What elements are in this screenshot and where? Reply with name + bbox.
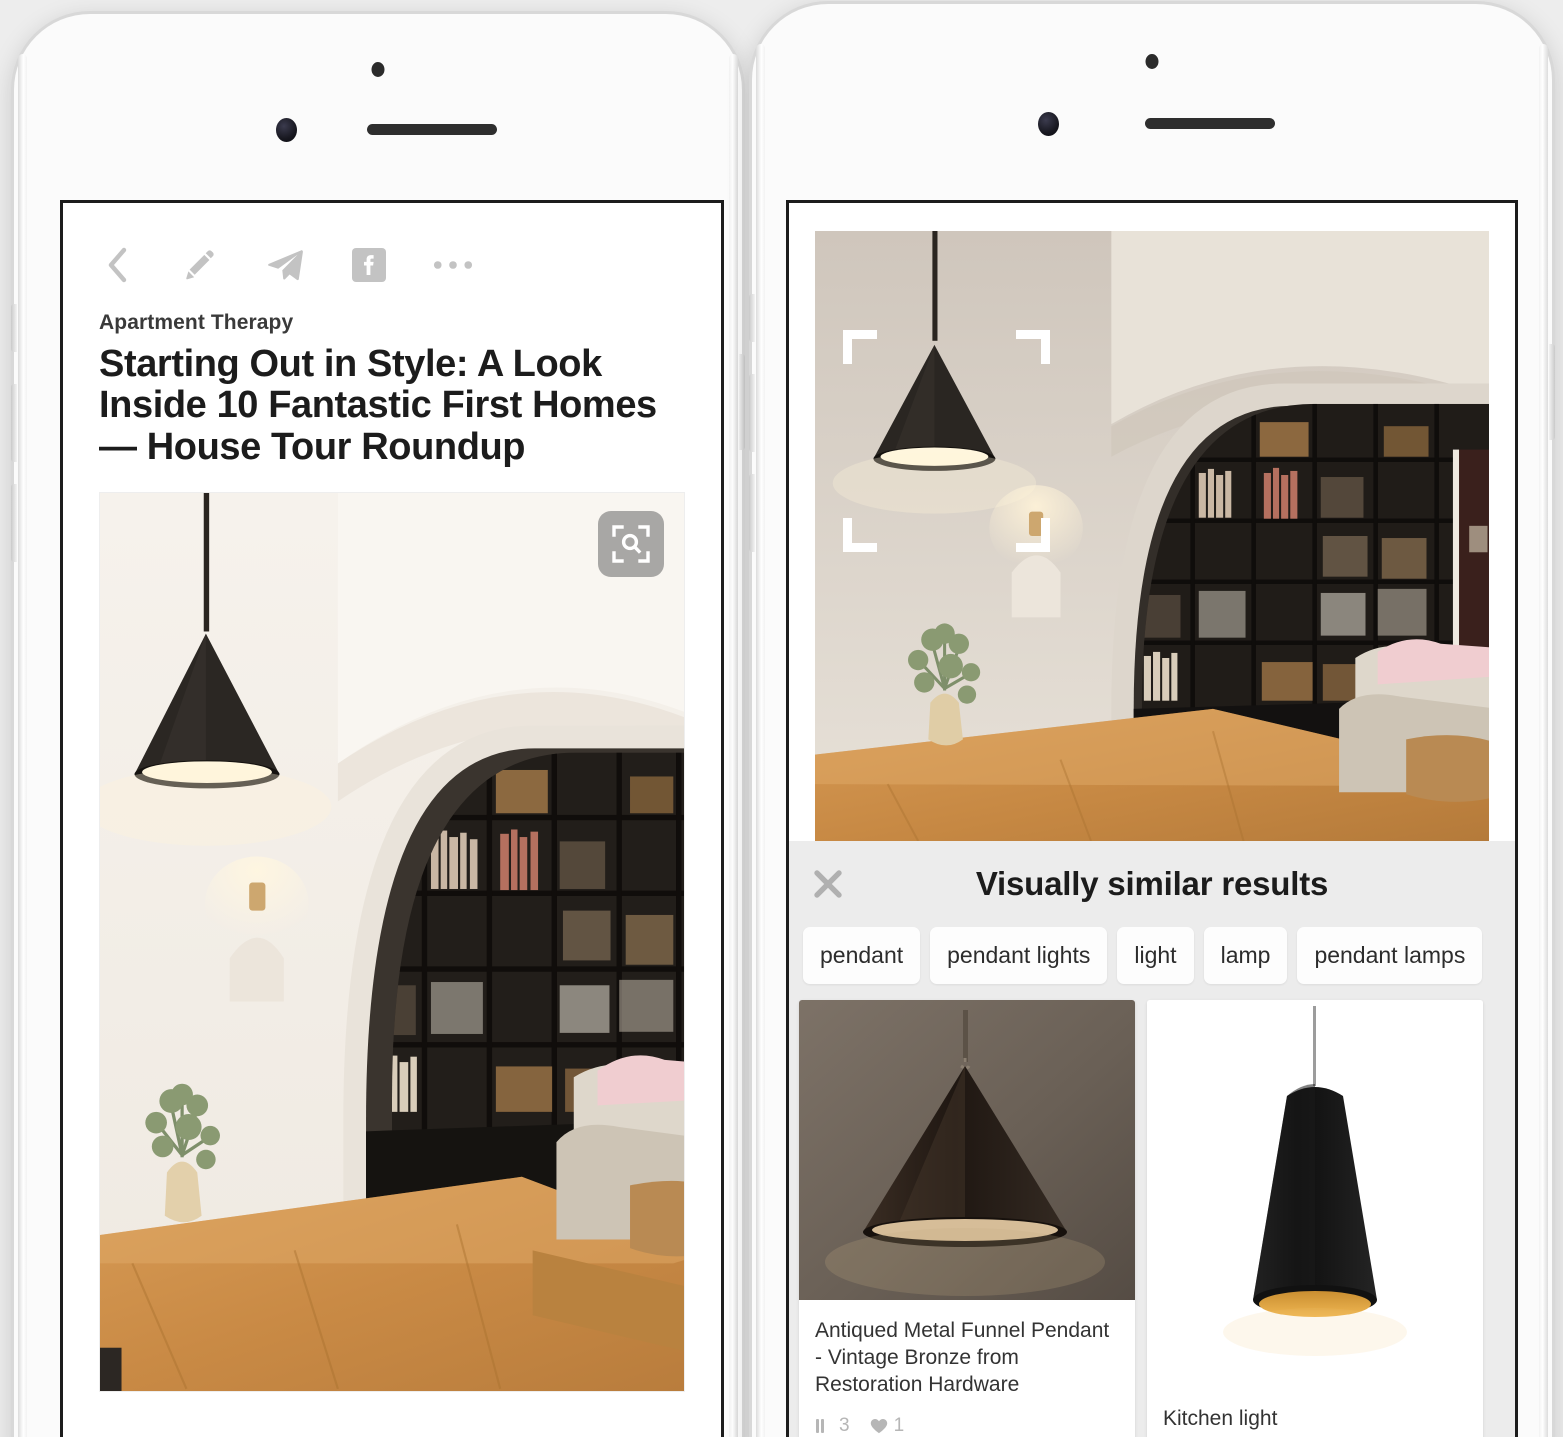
proximity-sensor-icon-right <box>1145 54 1159 69</box>
silent-switch[interactable] <box>11 304 17 352</box>
close-icon[interactable] <box>811 867 845 901</box>
chip-pendant[interactable]: pendant <box>803 927 921 984</box>
visual-search-button[interactable] <box>598 511 664 578</box>
screenshot-root: Apartment Therapy Starting Out in Style:… <box>0 0 1563 1437</box>
front-camera-icon <box>276 118 297 142</box>
volume-down-button[interactable] <box>11 484 17 562</box>
pin-toolbar <box>63 203 721 285</box>
result-card-2[interactable]: Kitchen light <box>1147 1000 1483 1437</box>
earpiece-speaker <box>367 124 497 135</box>
pin-title: Starting Out in Style: A Look Inside 10 … <box>99 343 657 468</box>
power-button[interactable] <box>739 354 745 450</box>
volume-up-button-right[interactable] <box>749 374 755 452</box>
repin-icon <box>816 1418 824 1433</box>
crop-corner-top-right[interactable] <box>1015 329 1050 364</box>
result-title-2: Kitchen light <box>1163 1407 1278 1430</box>
visual-search-icon <box>612 525 650 563</box>
pin-source-label[interactable]: Apartment Therapy <box>99 311 685 335</box>
result-body-1: Antiqued Metal Funnel Pendant - Vintage … <box>799 1300 1135 1437</box>
result-title-1: Antiqued Metal Funnel Pendant - Vintage … <box>815 1319 1110 1396</box>
visually-similar-sheet: Visually similar results pendant pendant… <box>789 841 1515 1437</box>
facebook-icon[interactable] <box>349 245 389 285</box>
more-options-icon[interactable] <box>433 245 473 285</box>
phone-device-left: Apartment Therapy Starting Out in Style:… <box>11 14 745 1437</box>
repin-stat-1: 3 <box>815 1415 850 1437</box>
chip-lamp[interactable]: lamp <box>1203 927 1288 984</box>
results-grid: Antiqued Metal Funnel Pendant - Vintage … <box>789 1000 1515 1437</box>
crop-selection-box[interactable] <box>843 329 1050 552</box>
front-camera-icon-right <box>1038 112 1059 136</box>
power-button-right[interactable] <box>1549 344 1555 440</box>
crop-corner-top-left[interactable] <box>843 329 878 364</box>
volume-up-button[interactable] <box>11 384 17 462</box>
result-stats-1: 3 1 <box>815 1415 1119 1437</box>
silent-switch-right[interactable] <box>749 294 755 342</box>
crop-corner-bottom-right[interactable] <box>1015 517 1050 552</box>
repin-count-1: 3 <box>839 1414 850 1436</box>
visual-search-photo[interactable] <box>815 231 1489 841</box>
sheet-title: Visually similar results <box>975 865 1329 902</box>
phone-screen-right: Visually similar results pendant pendant… <box>786 200 1518 1437</box>
earpiece-speaker-right <box>1145 118 1275 129</box>
crop-corner-bottom-left[interactable] <box>843 517 878 552</box>
edit-pencil-icon[interactable] <box>181 245 221 285</box>
phone-device-right: Visually similar results pendant pendant… <box>749 4 1555 1437</box>
proximity-sensor-icon <box>371 62 385 77</box>
chip-light[interactable]: light <box>1117 927 1194 984</box>
pin-meta: Apartment Therapy Starting Out in Style:… <box>63 285 721 468</box>
result-card-1[interactable]: Antiqued Metal Funnel Pendant - Vintage … <box>799 1000 1135 1437</box>
chip-pendant-lamps[interactable]: pendant lamps <box>1297 927 1483 984</box>
chip-pendant-lights[interactable]: pendant lights <box>930 927 1108 984</box>
sheet-header: Visually similar results <box>789 841 1515 927</box>
back-icon[interactable] <box>97 245 137 285</box>
result-image-2 <box>1147 1000 1483 1388</box>
heart-icon <box>870 1418 887 1433</box>
pin-photo[interactable] <box>99 492 685 1393</box>
phone-screen-left: Apartment Therapy Starting Out in Style:… <box>60 200 724 1437</box>
result-body-2: Kitchen light <box>1147 1388 1483 1437</box>
pin-photo-illustration <box>100 493 684 1392</box>
like-count-1: 1 <box>893 1414 905 1436</box>
result-image-1 <box>799 1000 1135 1300</box>
related-search-chips: pendant pendant lights light lamp pendan… <box>789 927 1515 1000</box>
visual-search-photo-pane <box>789 203 1515 841</box>
like-stat-1: 1 <box>870 1414 905 1437</box>
send-icon[interactable] <box>265 245 305 285</box>
volume-down-button-right[interactable] <box>749 474 755 552</box>
